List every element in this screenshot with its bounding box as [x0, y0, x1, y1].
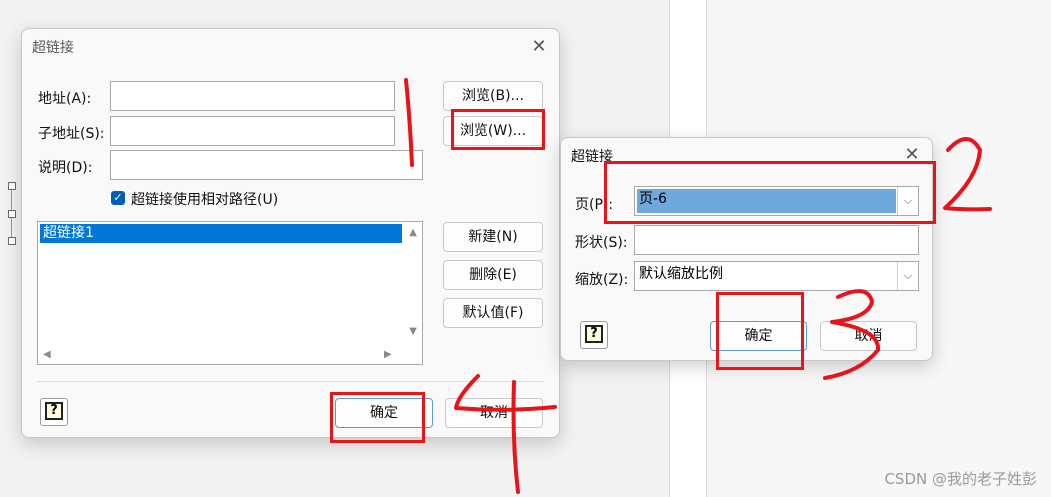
step-3-mark [823, 289, 881, 380]
step-1-mark [404, 78, 414, 167]
step-4-mark [454, 374, 557, 494]
handwritten-step-numbers [404, 78, 992, 494]
step-2-mark [943, 137, 992, 212]
watermark: CSDN @我的老子姓彭 [884, 470, 1037, 488]
